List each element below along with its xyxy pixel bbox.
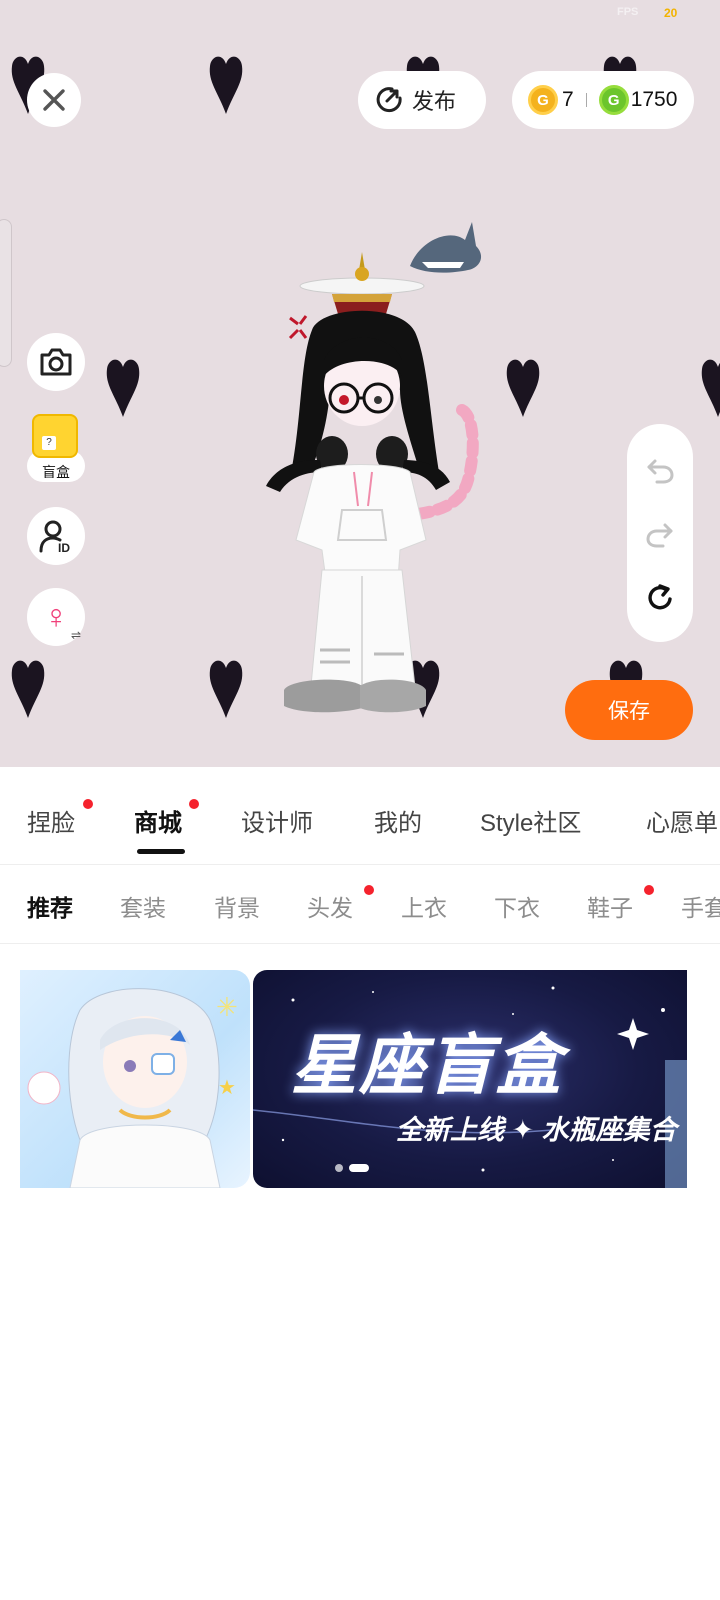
gold-coin-value: 7	[562, 88, 574, 111]
avatar-id-button[interactable]: ID	[27, 507, 85, 565]
category-background[interactable]: 背景	[214, 889, 260, 923]
category-gloves[interactable]: 手套	[681, 889, 720, 923]
svg-text:★: ★	[218, 1075, 236, 1099]
green-coin-icon: G	[598, 85, 629, 115]
swap-icon: ⇌	[70, 628, 81, 642]
category-hair-badge-dot	[364, 885, 374, 895]
category-bottoms[interactable]: 下衣	[494, 889, 540, 923]
svg-text:✳: ✳	[216, 993, 238, 1023]
avatar-character[interactable]	[250, 210, 500, 730]
green-coin-value: 1750	[630, 88, 678, 111]
undo-icon	[647, 459, 674, 484]
female-icon: ♀	[43, 598, 69, 636]
main-tab-bar: 捏脸 商城 设计师 我的 Style社区 心愿单	[0, 767, 720, 865]
tab-shop-badge-dot	[189, 799, 199, 809]
banner-title: 星座盲盒	[291, 1026, 563, 1104]
tab-style-community[interactable]: Style社区	[480, 803, 581, 838]
blindbox-label: 盲盒	[42, 464, 70, 480]
reset-icon	[648, 584, 672, 610]
publish-icon	[376, 87, 402, 113]
category-shoes[interactable]: 鞋子	[587, 889, 633, 923]
undo-button[interactable]	[640, 450, 680, 490]
redo-button[interactable]	[640, 514, 680, 554]
tab-designer[interactable]: 设计师	[241, 803, 313, 838]
currency-divider	[585, 93, 587, 107]
heart-decoration	[209, 660, 243, 718]
tab-face[interactable]: 捏脸	[27, 803, 75, 838]
category-sets[interactable]: 套装	[120, 889, 166, 923]
category-tab-bar: 推荐 套装 背景 头发 上衣 下衣 鞋子 手套	[0, 865, 720, 944]
heart-decoration	[506, 359, 540, 417]
camera-icon	[40, 348, 72, 376]
banner-previous[interactable]: ✳ ★	[20, 970, 250, 1188]
avatar-stage[interactable]: FPS 20 发布 G 7 G 1750 ? 盲盒 ID ♀ ⇌ 保存	[0, 0, 720, 767]
blindbox-icon: ?	[32, 414, 78, 458]
fps-value: 20	[664, 6, 678, 20]
gold-coin-icon: G	[528, 85, 558, 115]
carousel-indicator	[335, 1164, 369, 1172]
reset-button[interactable]	[640, 578, 680, 618]
user-id-icon: ID	[39, 520, 70, 553]
save-button[interactable]: 保存	[565, 680, 693, 740]
carousel-dot	[335, 1164, 343, 1172]
heart-decoration	[106, 359, 140, 417]
heart-decoration	[701, 359, 720, 417]
blindbox-button[interactable]: ? 盲盒	[27, 414, 85, 486]
category-recommended[interactable]: 推荐	[27, 889, 73, 923]
banner-subtitle: 全新上线 ✦ 水瓶座集合	[396, 1115, 677, 1145]
close-button[interactable]	[27, 73, 81, 127]
gender-switch-button[interactable]: ♀ ⇌	[27, 588, 85, 646]
side-drawer-handle[interactable]	[0, 219, 12, 367]
category-hair[interactable]: 头发	[307, 889, 353, 923]
svg-text:ID: ID	[58, 541, 70, 553]
tab-wishlist[interactable]: 心愿单	[646, 803, 718, 838]
category-shoes-badge-dot	[644, 885, 654, 895]
fps-label: FPS	[617, 6, 639, 18]
heart-decoration	[11, 660, 45, 718]
publish-label: 发布	[412, 89, 457, 114]
anger-mark-icon	[288, 315, 308, 340]
shark-accessory-icon	[410, 222, 482, 273]
camera-button[interactable]	[27, 333, 85, 391]
active-tab-indicator	[137, 849, 185, 854]
carousel-dot-active	[349, 1164, 369, 1172]
tab-shop[interactable]: 商城	[134, 803, 182, 838]
heart-decoration	[209, 56, 243, 114]
tab-face-badge-dot	[83, 799, 93, 809]
anime-girl-illustration: ✳ ★	[27, 988, 238, 1188]
redo-icon	[646, 523, 673, 548]
category-tops[interactable]: 上衣	[401, 889, 447, 923]
close-icon	[43, 89, 65, 111]
banner-constellation-blindbox[interactable]: 星座盲盒 全新上线 ✦ 水瓶座集合	[253, 970, 687, 1188]
currency-display[interactable]: G 7 G 1750	[512, 71, 694, 129]
tab-mine[interactable]: 我的	[374, 803, 422, 838]
history-controls	[627, 424, 693, 642]
publish-button[interactable]: 发布	[358, 71, 486, 129]
